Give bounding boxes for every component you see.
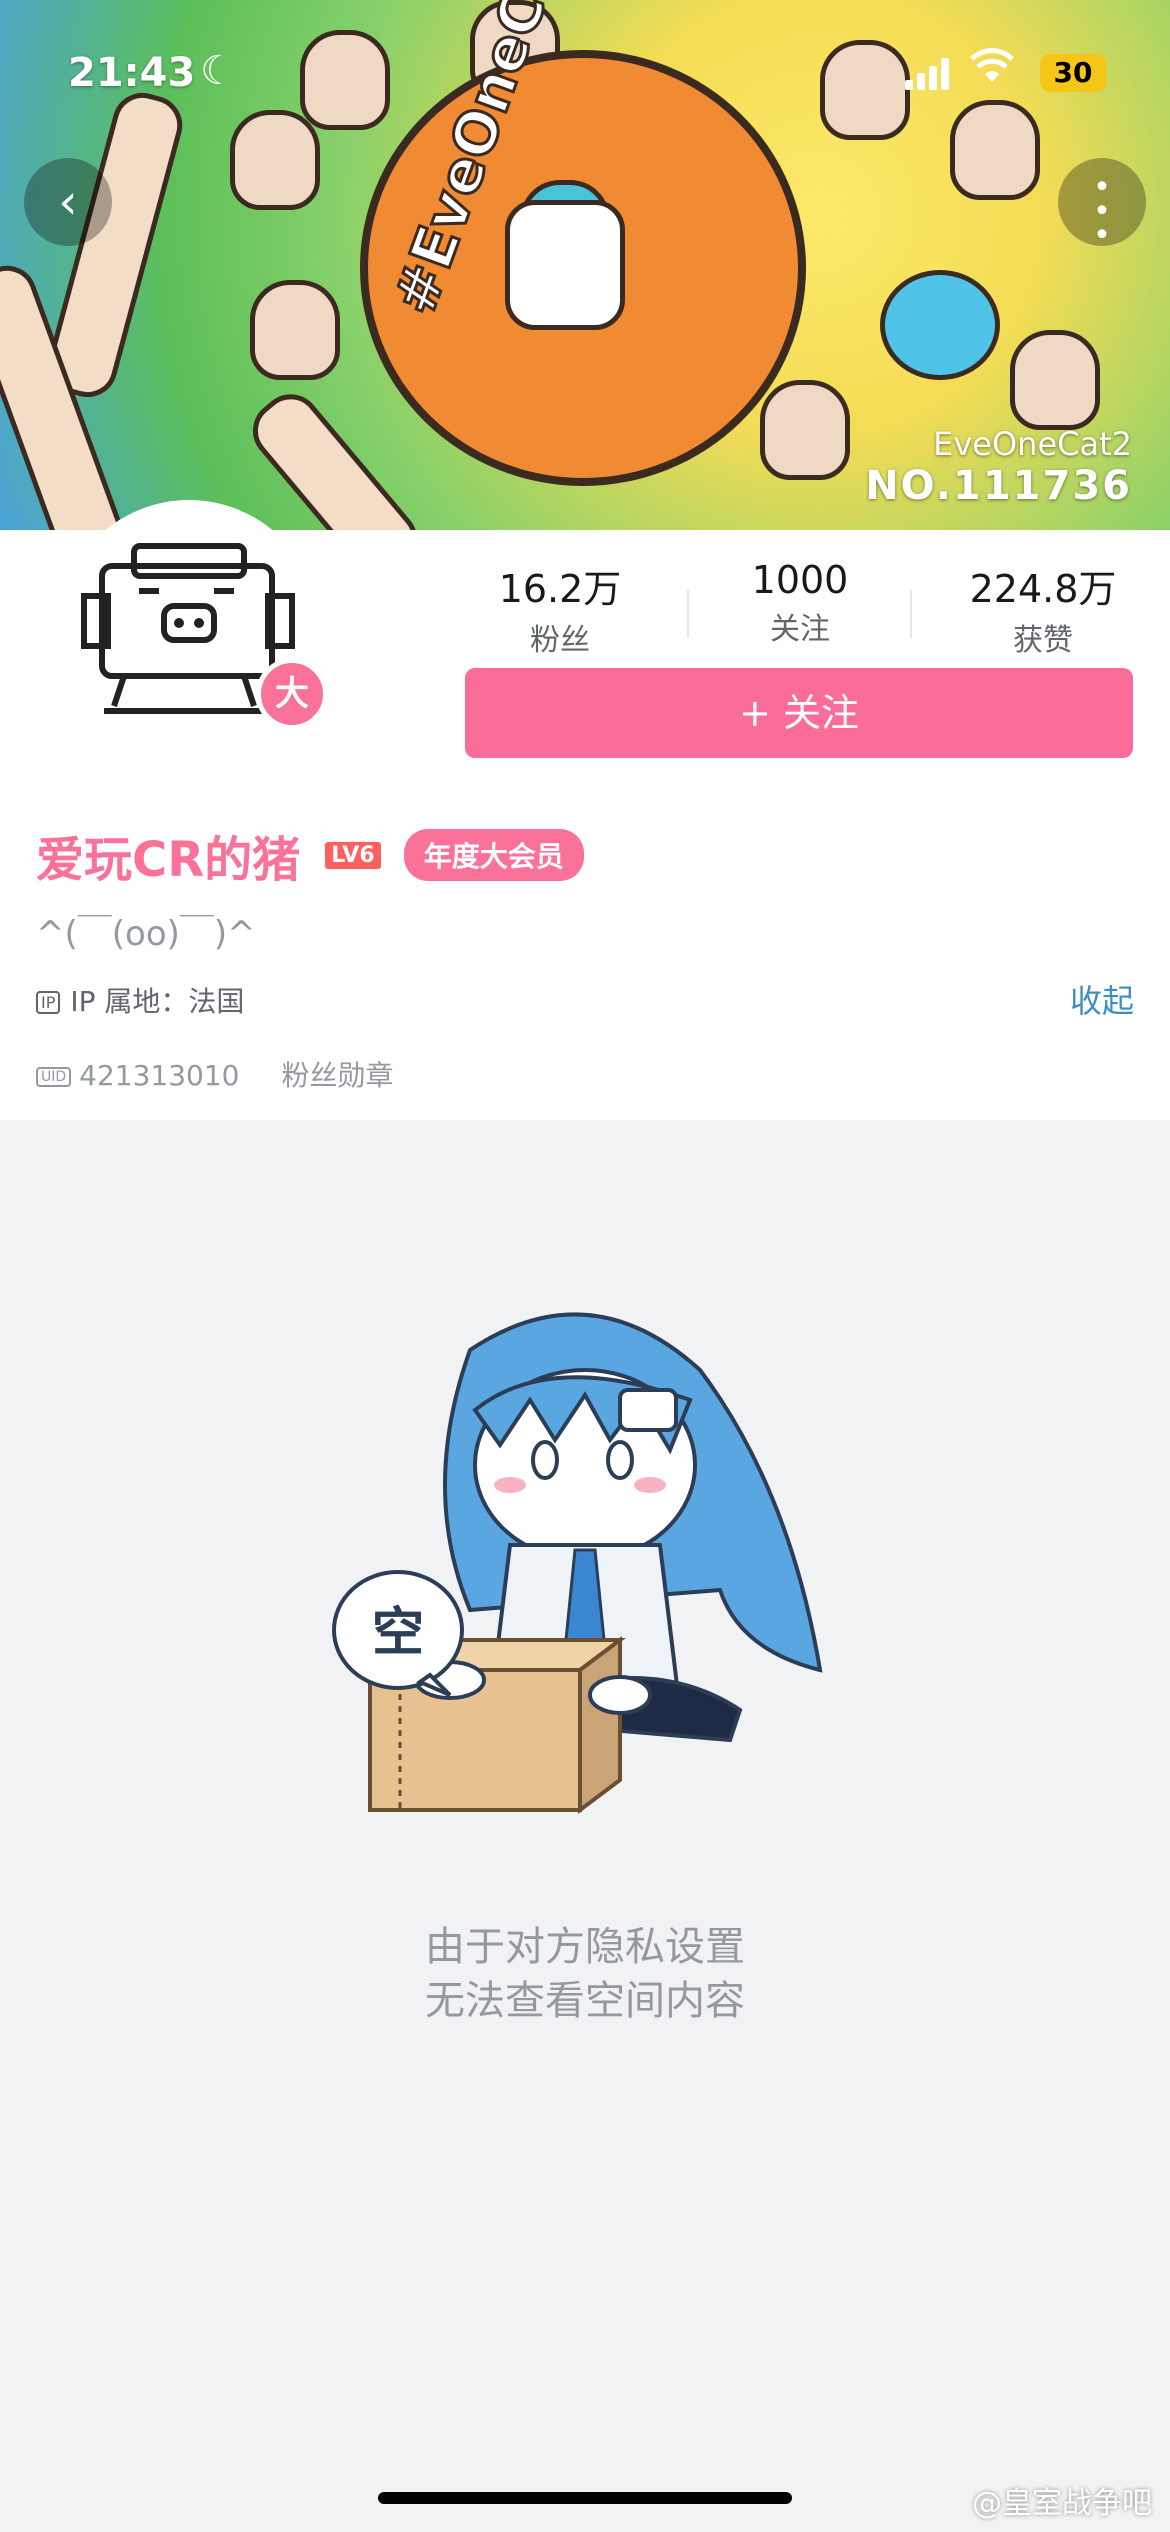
banner-doodle bbox=[950, 100, 1040, 200]
stat-following[interactable]: 1000 关注 bbox=[700, 558, 900, 648]
banner-doodle bbox=[230, 110, 320, 210]
avatar-badge: 大 bbox=[256, 658, 328, 730]
status-time: 21:43 bbox=[68, 50, 196, 96]
stats-row: 16.2万 粉丝 1000 关注 224.8万 获赞 bbox=[460, 558, 1140, 678]
stat-value: 224.8万 bbox=[969, 567, 1117, 611]
level-badge[interactable]: LV6 bbox=[325, 841, 381, 869]
stat-divider bbox=[910, 590, 912, 638]
collapse-button[interactable]: 收起 bbox=[1070, 976, 1134, 1022]
ip-icon: IP bbox=[36, 991, 61, 1014]
banner-mascot bbox=[505, 200, 625, 330]
more-button[interactable]: • • • bbox=[1058, 158, 1146, 253]
signal-icon bbox=[905, 58, 949, 90]
status-bar: 21:43 ☾ 30 bbox=[0, 40, 1170, 110]
signature: ^(￣(oo)￣)^ bbox=[36, 914, 256, 954]
profile-card: 大 16.2万 粉丝 1000 关注 224.8万 获赞 + 关注 爱玩CR的猪… bbox=[0, 500, 1170, 1120]
wifi-icon bbox=[970, 48, 1014, 94]
banner-doodle bbox=[1010, 330, 1100, 430]
stat-label: 粉丝 bbox=[530, 623, 590, 658]
stat-value: 1000 bbox=[751, 558, 849, 602]
back-button[interactable]: ‹ bbox=[24, 158, 112, 246]
stat-divider bbox=[687, 590, 689, 638]
moon-icon: ☾ bbox=[200, 48, 236, 94]
home-indicator[interactable] bbox=[378, 2492, 792, 2504]
stat-label: 关注 bbox=[770, 612, 830, 647]
banner-tag: EveOneCat2 NO.111736 bbox=[865, 425, 1132, 509]
stat-fans[interactable]: 16.2万 粉丝 bbox=[460, 558, 660, 659]
follow-button[interactable]: + 关注 bbox=[465, 668, 1133, 758]
banner-doodle bbox=[250, 280, 340, 380]
empty-state-illustration: 空 bbox=[320, 1290, 860, 1850]
avatar[interactable]: 大 bbox=[58, 500, 328, 762]
empty-state-line1: 由于对方隐私设置 bbox=[425, 1924, 745, 1970]
stat-label: 获赞 bbox=[1013, 623, 1073, 658]
stat-value: 16.2万 bbox=[498, 567, 622, 611]
username: 爱玩CR的猪 bbox=[36, 832, 301, 888]
ip-location-text: IP 属地：法国 bbox=[70, 985, 245, 1018]
fan-medal-link[interactable]: 粉丝勋章 bbox=[282, 1059, 394, 1092]
stat-likes[interactable]: 224.8万 获赞 bbox=[943, 558, 1143, 659]
name-row: 爱玩CR的猪 LV6 年度大会员 bbox=[36, 820, 584, 888]
back-icon: ‹ bbox=[58, 174, 78, 230]
uid-value[interactable]: 421313010 bbox=[79, 1059, 239, 1092]
banner-doodle bbox=[760, 380, 850, 480]
watermark: @皇室战争吧 bbox=[972, 2486, 1152, 2521]
banner-blue-ghost bbox=[880, 270, 1000, 380]
empty-state-line2: 无法查看空间内容 bbox=[425, 1978, 745, 2024]
uid-row: UID 421313010 粉丝勋章 bbox=[36, 1054, 394, 1094]
empty-bubble-text: 空 bbox=[372, 1603, 424, 1663]
vip-badge[interactable]: 年度大会员 bbox=[403, 829, 584, 881]
more-icon: • • • bbox=[1093, 170, 1111, 253]
uid-icon: UID bbox=[36, 1067, 72, 1087]
battery-icon: 30 bbox=[1040, 54, 1106, 92]
banner-tag-name: EveOneCat2 bbox=[933, 425, 1132, 463]
ip-location: IP IP 属地：法国 bbox=[36, 980, 244, 1020]
banner-tag-number: NO.111736 bbox=[865, 463, 1132, 509]
empty-state-message: 由于对方隐私设置 无法查看空间内容 bbox=[0, 1920, 1170, 2028]
